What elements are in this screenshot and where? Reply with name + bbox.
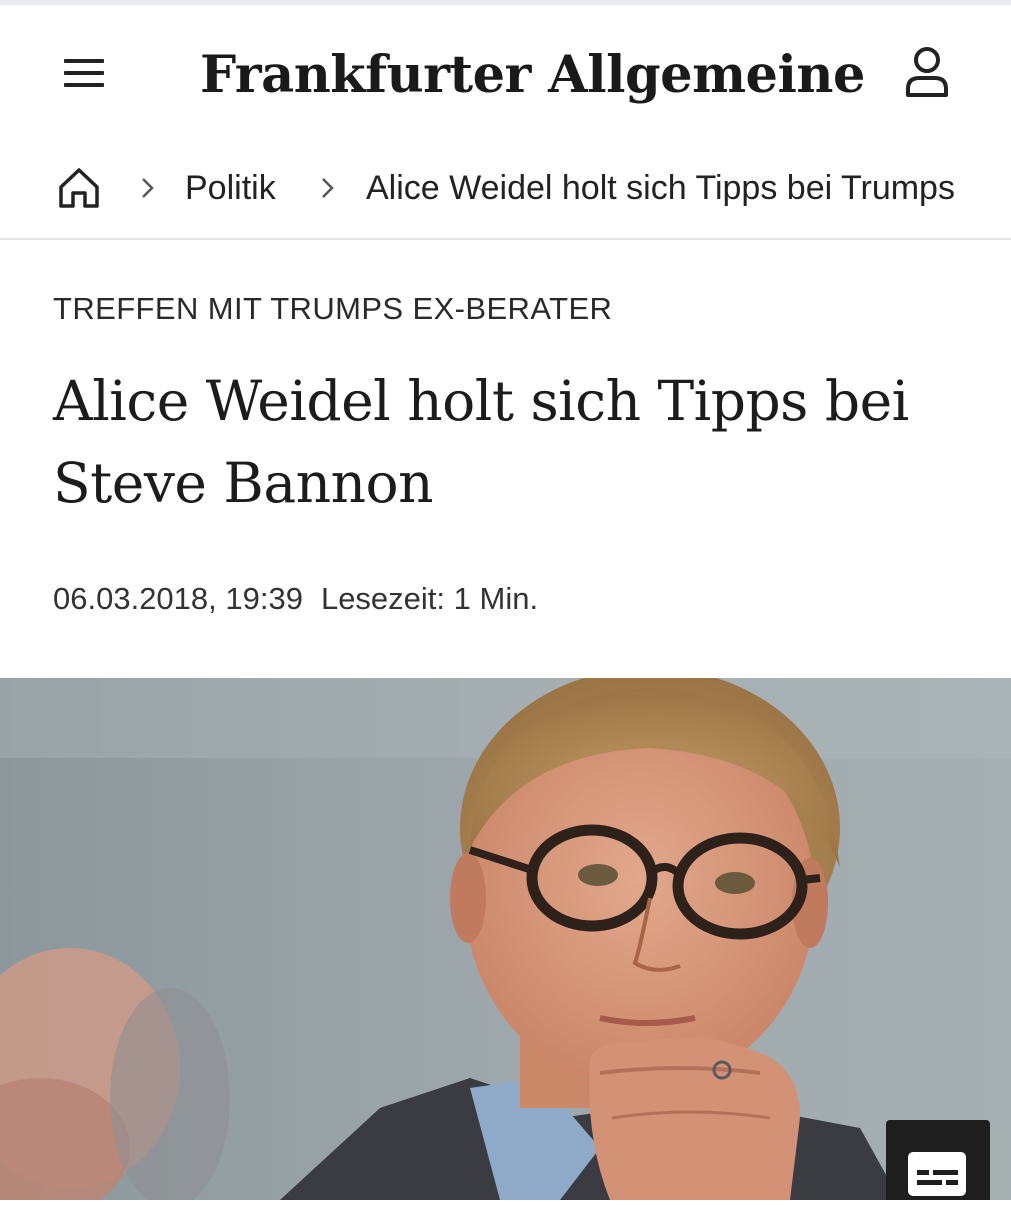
caption-subtitles-icon[interactable] <box>886 1120 990 1200</box>
hamburger-menu-icon[interactable] <box>60 53 108 93</box>
breadcrumb-link-politik[interactable]: Politik <box>185 166 276 210</box>
article-meta: 06.03.2018, 19:39 Lesezeit: 1 Min. <box>53 578 538 620</box>
header-divider <box>0 238 1011 240</box>
chevron-right-icon <box>140 176 156 200</box>
site-logo[interactable]: Frankfurter Allgemeine <box>200 35 865 115</box>
article-headline: Alice Weidel holt sich Tipps bei Steve B… <box>53 369 909 515</box>
user-account-icon[interactable] <box>902 45 952 101</box>
article-kicker: TREFFEN MIT TRUMPS EX-BERATER <box>53 291 613 326</box>
reading-time: Lesezeit: 1 Min. <box>320 581 539 616</box>
chevron-right-icon <box>320 176 336 200</box>
site-header: Frankfurter Allgemeine <box>0 5 1011 135</box>
home-icon[interactable] <box>56 165 102 211</box>
publish-date: 06.03.2018, 19:39 <box>53 581 303 616</box>
breadcrumb-current-page: Alice Weidel holt sich Tipps bei Trumps <box>366 169 955 207</box>
breadcrumb: Politik Alice Weidel holt sich Tipps bei… <box>0 150 1011 230</box>
hero-image <box>0 678 1011 1200</box>
